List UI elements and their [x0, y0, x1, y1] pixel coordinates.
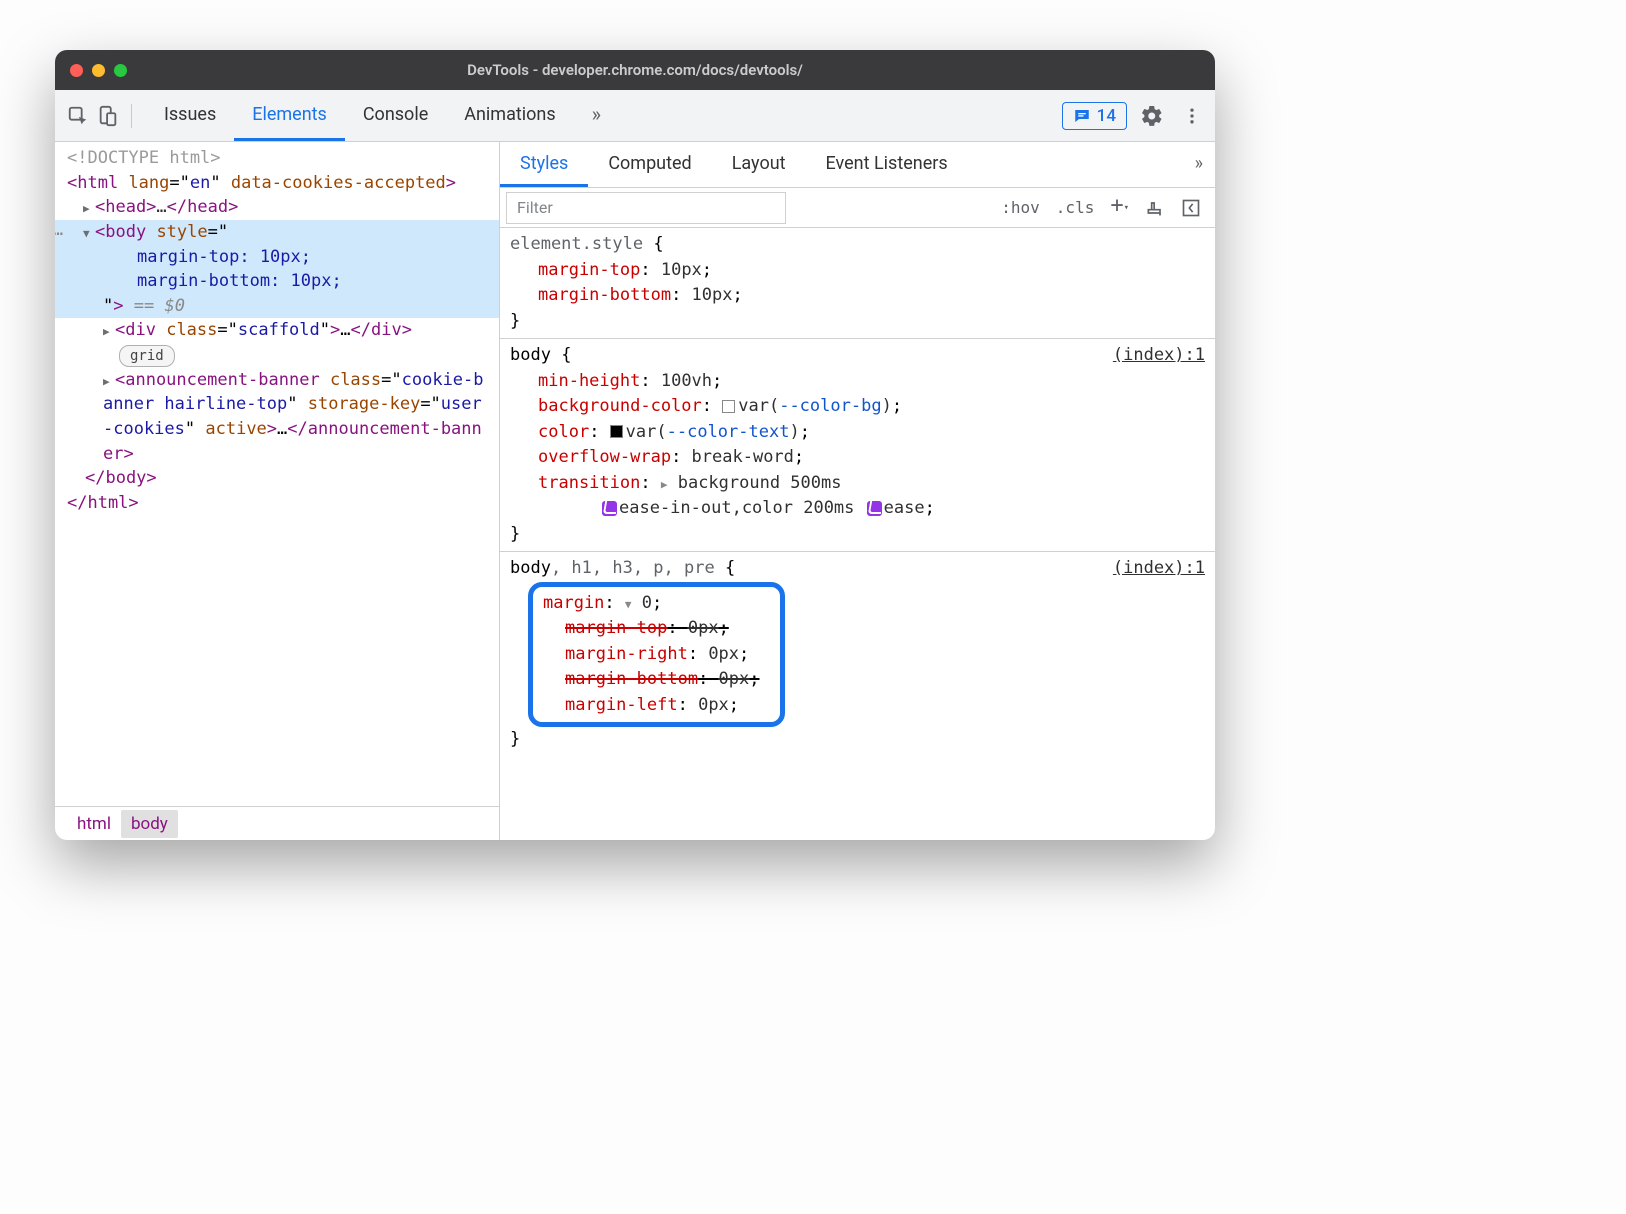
tab-event-listeners[interactable]: Event Listeners — [806, 142, 968, 187]
filter-input[interactable]: Filter — [506, 192, 786, 224]
styles-filter-bar: Filter :hov .cls +▾ — [500, 188, 1215, 228]
rule-element-style[interactable]: element.style { margin-top: 10px; margin… — [500, 228, 1215, 339]
message-icon — [1073, 107, 1091, 125]
html-close-tag[interactable]: </html> — [55, 491, 499, 516]
issues-count-button[interactable]: 14 — [1062, 102, 1127, 130]
tab-layout[interactable]: Layout — [712, 142, 806, 187]
easing-swatch-icon[interactable] — [867, 501, 882, 516]
highlighted-margin-block: margin: ▼ 0; margin-top: 0px; margin-rig… — [528, 582, 785, 728]
breadcrumb-body[interactable]: body — [121, 810, 178, 838]
head-node[interactable]: <head>…</head> — [55, 195, 499, 220]
issues-count: 14 — [1097, 106, 1116, 126]
tab-animations[interactable]: Animations — [446, 90, 573, 141]
traffic-lights — [70, 64, 127, 77]
tab-issues[interactable]: Issues — [146, 90, 234, 141]
grid-badge[interactable]: grid — [119, 345, 175, 367]
close-window-button[interactable] — [70, 64, 83, 77]
inspect-element-icon[interactable] — [63, 101, 93, 131]
easing-swatch-icon[interactable] — [602, 501, 617, 516]
breadcrumb-html[interactable]: html — [67, 810, 121, 838]
window-title: DevTools - developer.chrome.com/docs/dev… — [55, 61, 1215, 79]
rule-source-link[interactable]: (index):1 — [1113, 556, 1205, 582]
kebab-menu-icon[interactable] — [1177, 101, 1207, 131]
announcement-banner-node[interactable]: <announcement-banner class="cookie-banne… — [55, 368, 499, 467]
color-swatch-icon[interactable] — [722, 400, 735, 413]
main-tabs: Issues Elements Console Animations » — [146, 90, 619, 141]
minimize-window-button[interactable] — [92, 64, 105, 77]
styles-tabs: Styles Computed Layout Event Listeners » — [500, 142, 1215, 188]
devtools-window: DevTools - developer.chrome.com/docs/dev… — [55, 50, 1215, 840]
rule-margin-reset[interactable]: (index):1 body, h1, h3, p, pre { margin:… — [500, 552, 1215, 757]
styles-rules: element.style { margin-top: 10px; margin… — [500, 228, 1215, 840]
dom-tree[interactable]: <!DOCTYPE html> <html lang="en" data-coo… — [55, 142, 499, 806]
dom-breadcrumb: html body — [55, 806, 499, 840]
hover-toggle-button[interactable]: :hov — [993, 194, 1048, 221]
styles-panel: Styles Computed Layout Event Listeners »… — [500, 142, 1215, 840]
cls-toggle-button[interactable]: .cls — [1048, 194, 1103, 221]
color-swatch-icon[interactable] — [610, 425, 623, 438]
tab-computed[interactable]: Computed — [588, 142, 711, 187]
tab-more-icon[interactable]: » — [574, 90, 619, 141]
body-node-selected[interactable]: ⋯ <body style=" margin-top: 10px; margin… — [55, 220, 499, 319]
main-toolbar: Issues Elements Console Animations » 14 — [55, 90, 1215, 142]
styles-more-icon[interactable]: » — [1183, 142, 1215, 187]
tab-console[interactable]: Console — [345, 90, 446, 141]
elements-panel: <!DOCTYPE html> <html lang="en" data-coo… — [55, 142, 500, 840]
rule-body[interactable]: (index):1 body { min-height: 100vh; back… — [500, 339, 1215, 552]
separator — [131, 104, 132, 128]
zoom-window-button[interactable] — [114, 64, 127, 77]
device-mode-icon[interactable] — [93, 101, 123, 131]
rule-source-link[interactable]: (index):1 — [1113, 343, 1205, 369]
paint-brush-icon[interactable] — [1137, 194, 1173, 222]
settings-gear-icon[interactable] — [1137, 101, 1167, 131]
html-open-tag[interactable]: <html lang="en" data-cookies-accepted> — [55, 171, 499, 196]
tab-elements[interactable]: Elements — [234, 90, 345, 141]
computed-panel-toggle-icon[interactable] — [1173, 194, 1209, 222]
content-split: <!DOCTYPE html> <html lang="en" data-coo… — [55, 142, 1215, 840]
doctype-node[interactable]: <!DOCTYPE html> — [67, 148, 221, 168]
tab-styles[interactable]: Styles — [500, 142, 588, 187]
div-scaffold-node[interactable]: <div class="scaffold">…</div> — [55, 318, 499, 343]
titlebar: DevTools - developer.chrome.com/docs/dev… — [55, 50, 1215, 90]
body-close-tag[interactable]: </body> — [55, 466, 499, 491]
new-style-rule-button[interactable]: +▾ — [1102, 189, 1137, 222]
